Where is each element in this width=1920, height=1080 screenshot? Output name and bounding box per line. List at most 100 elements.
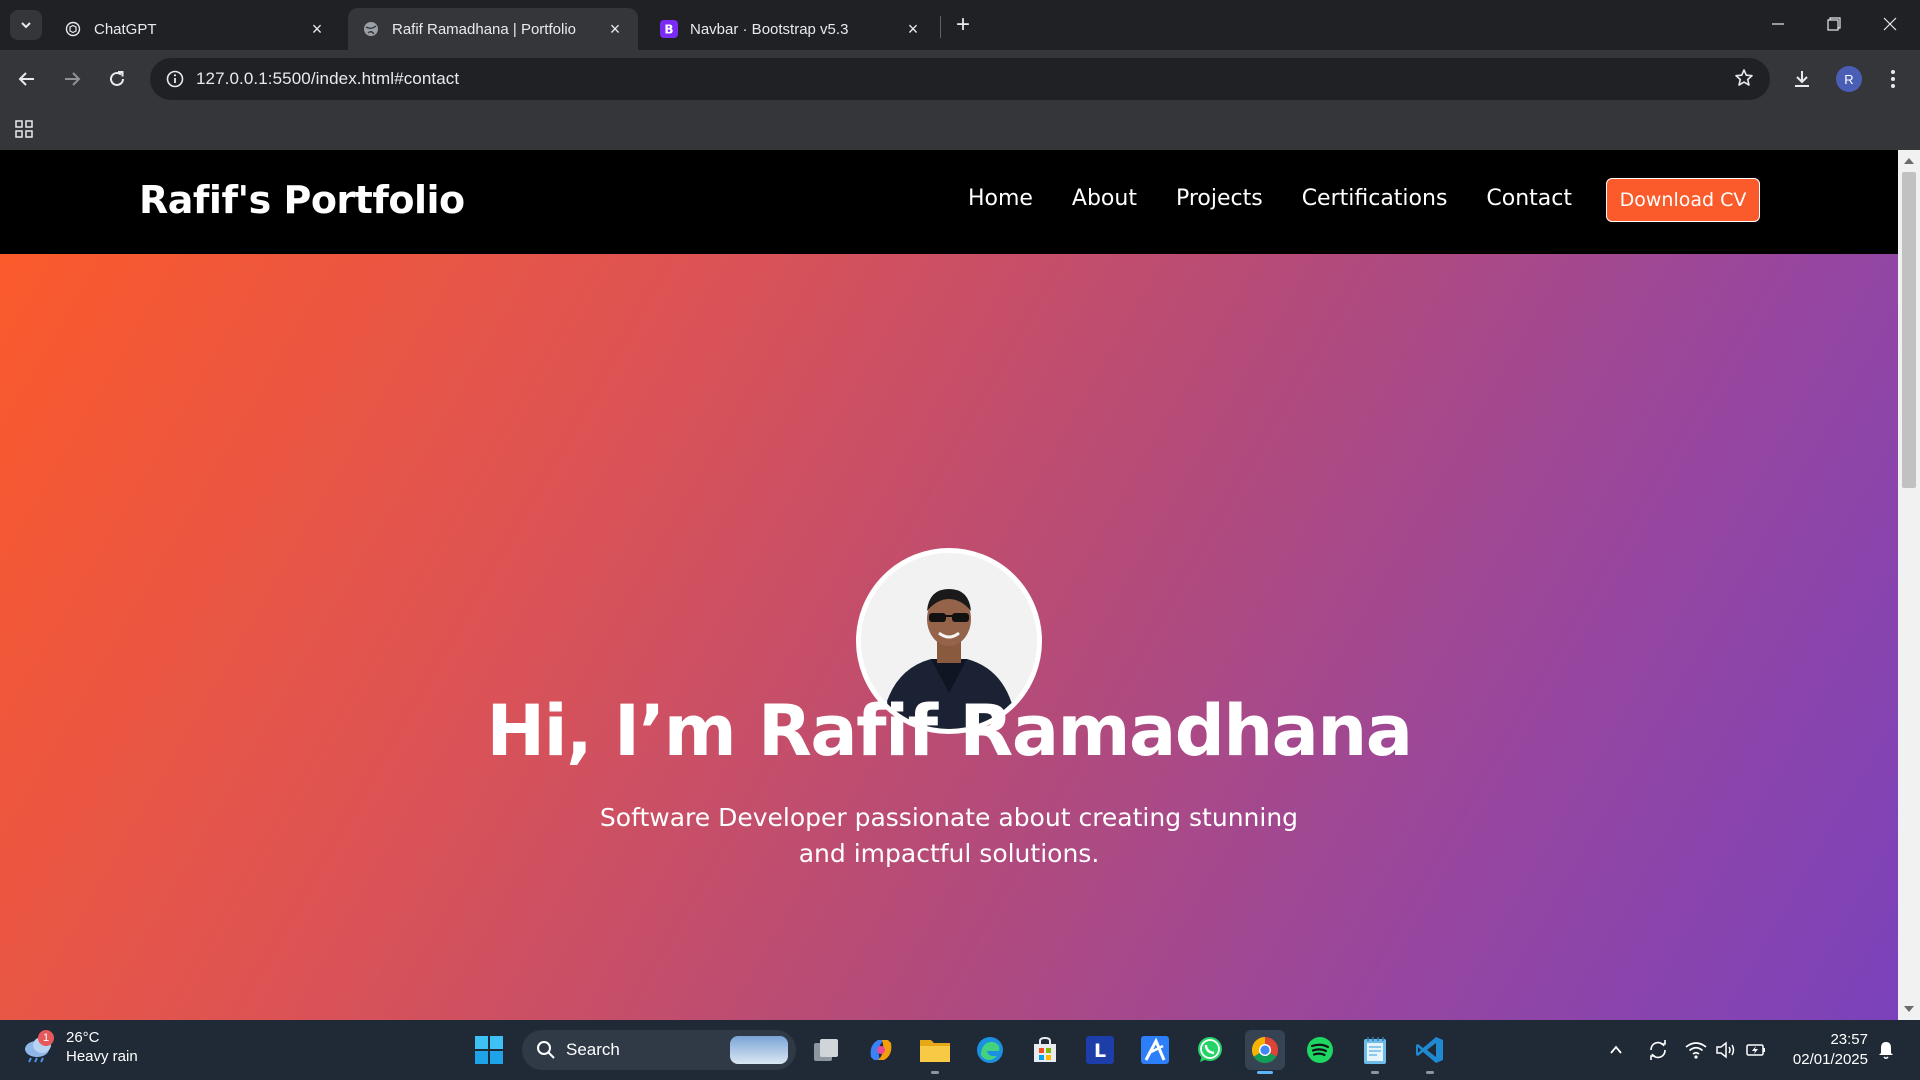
scroll-up-icon[interactable]: [1904, 158, 1914, 164]
close-icon[interactable]: ×: [308, 19, 326, 39]
volume-button[interactable]: [1714, 1038, 1738, 1062]
close-icon[interactable]: ×: [606, 19, 624, 39]
forward-button[interactable]: [53, 60, 91, 98]
minimize-icon: [1772, 23, 1784, 25]
edge-button[interactable]: [970, 1030, 1010, 1070]
new-tab-button[interactable]: +: [948, 10, 978, 40]
notepad-button[interactable]: [1355, 1030, 1395, 1074]
search-label: Search: [566, 1040, 620, 1059]
spotify-button[interactable]: [1300, 1030, 1340, 1070]
restore-button[interactable]: [1806, 0, 1862, 48]
network-button[interactable]: [1684, 1038, 1708, 1062]
hero-subtitle: Software Developer passionate about crea…: [599, 803, 1299, 868]
windows-icon: [475, 1036, 503, 1064]
page-scrollbar[interactable]: [1898, 150, 1920, 1020]
bell-icon: [1879, 1042, 1893, 1060]
tab-separator: [940, 16, 941, 38]
running-indicator: [931, 1071, 939, 1074]
site-brand[interactable]: Rafif's Portfolio: [139, 178, 465, 222]
windows-taskbar: 1 26°C Heavy rain Search L 23:57 02/01/2…: [0, 1020, 1920, 1080]
menu-button[interactable]: [1874, 60, 1912, 98]
battery-button[interactable]: [1744, 1038, 1768, 1062]
nav-projects[interactable]: Projects: [1176, 186, 1263, 211]
svg-text:L: L: [1094, 1040, 1106, 1062]
hero-section: Hi, I’m Rafif Ramadhana Software Develop…: [0, 254, 1898, 1020]
microsoft-store-button[interactable]: [1025, 1030, 1065, 1070]
globe-icon: [362, 20, 380, 38]
nav-certifications[interactable]: Certifications: [1302, 186, 1448, 211]
l-app-button[interactable]: L: [1080, 1030, 1120, 1070]
whatsapp-icon: [1198, 1037, 1222, 1062]
scroll-down-icon[interactable]: [1904, 1006, 1914, 1012]
speaker-icon: [1716, 1041, 1735, 1059]
restore-icon: [1827, 17, 1841, 31]
star-icon[interactable]: [1734, 68, 1754, 93]
arrow-left-icon: [18, 72, 34, 86]
tab-portfolio[interactable]: Rafif Ramadhana | Portfolio ×: [348, 8, 638, 50]
nav-contact[interactable]: Contact: [1486, 186, 1572, 211]
bootstrap-icon: B: [660, 20, 678, 38]
downloads-button[interactable]: [1783, 60, 1821, 98]
vector-app-button[interactable]: [1135, 1030, 1175, 1070]
site-info-icon[interactable]: [154, 70, 196, 88]
wifi-icon: [1685, 1042, 1707, 1059]
start-button[interactable]: [469, 1030, 509, 1070]
minimize-button[interactable]: [1750, 0, 1806, 48]
task-view-icon: [814, 1039, 838, 1061]
chevron-up-icon: [1610, 1045, 1622, 1054]
close-window-button[interactable]: [1862, 0, 1918, 48]
active-indicator: [1257, 1071, 1273, 1074]
sync-icon: [1650, 1040, 1666, 1060]
tab-title: Rafif Ramadhana | Portfolio: [392, 20, 576, 38]
file-explorer-button[interactable]: [915, 1030, 955, 1074]
profile-avatar[interactable]: R: [1836, 66, 1862, 92]
clock-time: 23:57: [1830, 1031, 1868, 1048]
copilot-icon: [870, 1040, 892, 1060]
chatgpt-icon: [64, 20, 82, 38]
address-bar[interactable]: 127.0.0.1:5500/index.html#contact: [150, 58, 1770, 100]
arrow-right-icon: [65, 72, 81, 86]
tab-bootstrap[interactable]: B Navbar · Bootstrap v5.3 ×: [646, 8, 936, 50]
tab-chatgpt[interactable]: ChatGPT ×: [50, 8, 340, 50]
show-hidden-icons-button[interactable]: [1604, 1038, 1628, 1062]
scrollbar-thumb[interactable]: [1902, 172, 1916, 488]
nav-home[interactable]: Home: [968, 186, 1033, 211]
l-app-icon: L: [1086, 1036, 1114, 1064]
tab-title: ChatGPT: [94, 20, 157, 38]
download-cv-button[interactable]: Download CV: [1606, 178, 1760, 222]
notepad-icon: [1364, 1037, 1386, 1064]
hero-title: Hi, I’m Rafif Ramadhana: [486, 690, 1413, 772]
clock-date: 02/01/2025: [1792, 1051, 1868, 1068]
svg-text:B: B: [664, 23, 673, 37]
taskbar-search[interactable]: Search: [522, 1030, 796, 1070]
rain-cloud-icon: 1: [22, 1030, 56, 1064]
notifications-button[interactable]: [1874, 1038, 1898, 1062]
nav-about[interactable]: About: [1072, 186, 1137, 211]
weather-widget[interactable]: 1 26°C Heavy rain: [22, 1028, 138, 1066]
close-icon: [1883, 17, 1897, 31]
nav-links: Home About Projects Certifications Conta…: [929, 186, 1572, 211]
chevron-down-icon: [21, 22, 31, 29]
search-icon: [537, 1041, 555, 1059]
spotify-icon: [1307, 1037, 1333, 1063]
close-icon[interactable]: ×: [904, 19, 922, 39]
whatsapp-button[interactable]: [1190, 1030, 1230, 1070]
reload-icon: [110, 71, 124, 86]
vscode-button[interactable]: [1410, 1030, 1450, 1074]
tab-title: Navbar · Bootstrap v5.3: [690, 20, 849, 38]
site-navbar: Rafif's Portfolio Home About Projects Ce…: [0, 150, 1898, 254]
back-button[interactable]: [8, 60, 46, 98]
task-view-button[interactable]: [806, 1030, 846, 1070]
tab-search-button[interactable]: [10, 10, 42, 40]
vscode-icon: [1416, 1037, 1443, 1063]
url-text[interactable]: 127.0.0.1:5500/index.html#contact: [196, 69, 459, 89]
reload-button[interactable]: [98, 60, 136, 98]
notification-badge: 1: [38, 1030, 54, 1046]
browser-toolbar: 127.0.0.1:5500/index.html#contact R: [0, 50, 1920, 108]
apps-button[interactable]: [5, 110, 43, 148]
chrome-button[interactable]: [1245, 1030, 1285, 1074]
bookmarks-bar: [0, 108, 1920, 150]
taskbar-clock[interactable]: 23:57 02/01/2025: [1782, 1030, 1868, 1070]
copilot-button[interactable]: [861, 1030, 901, 1070]
sync-button[interactable]: [1646, 1038, 1670, 1062]
